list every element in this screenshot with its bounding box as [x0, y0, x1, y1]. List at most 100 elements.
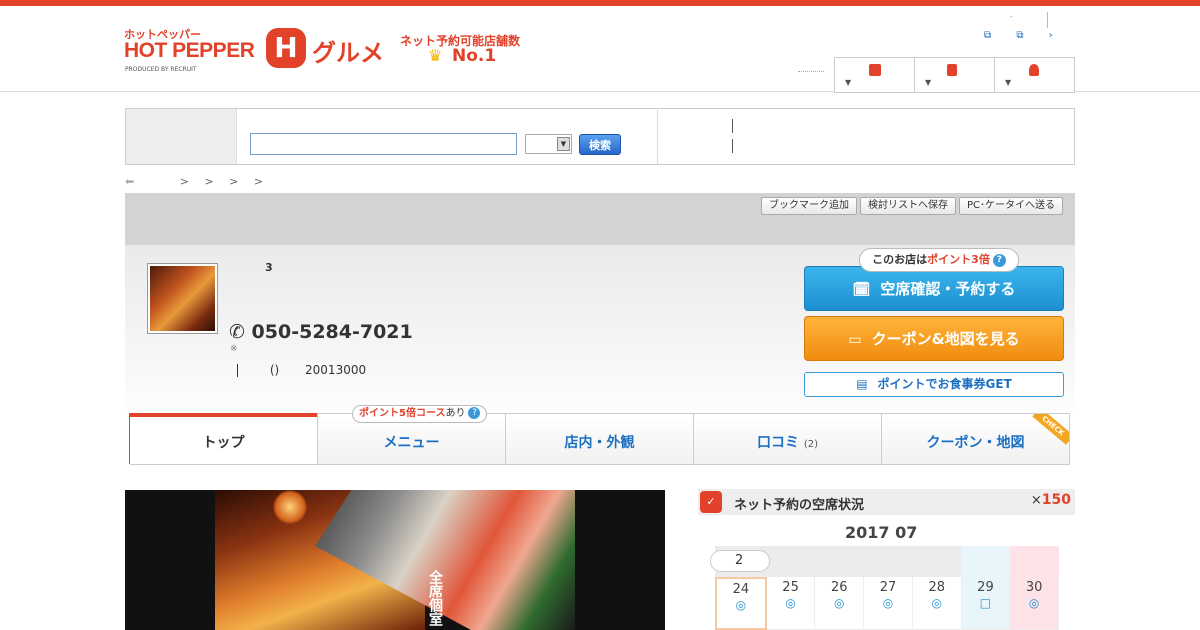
calendar-day-saturday[interactable]: 29 □	[961, 577, 1011, 630]
text-cursor	[237, 364, 238, 377]
logo-produced-by: PRODUCED BY RECRUIT	[125, 66, 197, 73]
shop-phone: ✆ 050-5284-7021	[229, 321, 413, 343]
search-divider	[657, 109, 658, 164]
send-to-device-button[interactable]: PC･ケータイへ送る	[958, 197, 1063, 215]
utility-buttons: ブックマーク追加 検討リストへ保存 PC･ケータイへ送る	[760, 197, 1063, 215]
tab-badge-highlight: ポイント5倍コース	[359, 408, 446, 419]
point-voucher-button[interactable]: ▤ ポイントでお食事券GET	[804, 372, 1064, 397]
calendar-icon: 🗓	[852, 282, 871, 298]
search-button[interactable]: 検索	[579, 134, 621, 155]
tab-reviews[interactable]: 口コミ (2)	[693, 413, 882, 464]
crown-icon: ♛	[428, 46, 443, 65]
user-icon	[1029, 64, 1039, 76]
tab-top[interactable]: トップ	[129, 413, 318, 464]
point-bubble-prefix: このお店は	[872, 253, 928, 266]
calendar-day-number: 27	[879, 580, 897, 595]
weekday-cell-saturday	[960, 546, 1010, 577]
calendar-day[interactable]: 24 ◎	[715, 577, 767, 630]
availability-mark: ◎	[1028, 596, 1040, 610]
reserve-button-label: 空席確認・予約する	[880, 280, 1016, 298]
coupon-map-button[interactable]: ▭ クーポン&地図を見る	[804, 316, 1064, 361]
shop-meta-paren: ()	[269, 363, 280, 377]
point-bubble: このお店はポイント3倍?	[859, 248, 1019, 272]
tab-interior[interactable]: 店内・外観	[505, 413, 694, 464]
site-header: ホットペッパー HOT PEPPER PRODUCED BY RECRUIT H…	[0, 6, 1200, 93]
breadcrumb-separator: >	[253, 175, 264, 188]
points-value: 150	[1041, 492, 1071, 508]
help-icon[interactable]: ?	[992, 254, 1006, 267]
main-photo[interactable]: 全席個室	[125, 490, 665, 630]
tab-badge-suffix: あり	[445, 408, 466, 419]
bookmark-button[interactable]: ブックマーク追加	[760, 197, 857, 215]
back-arrow-icon[interactable]: ⬅	[125, 175, 134, 188]
check-ribbon: CHECK	[1032, 414, 1069, 445]
search-input[interactable]	[250, 133, 517, 155]
shop-meta-value: 20013000	[305, 363, 367, 377]
photo-lamp	[273, 490, 307, 524]
calendar-day[interactable]: 28 ◎	[912, 577, 962, 630]
logo-hot-pepper[interactable]: HOT PEPPER	[124, 39, 255, 63]
shop-thumbnail[interactable]	[147, 263, 218, 334]
search-select[interactable]: ▼	[525, 134, 572, 154]
availability-mark: ◎	[882, 596, 894, 610]
header-menu-coupons[interactable]: ▼	[915, 58, 995, 92]
text-cursor	[732, 139, 733, 153]
header-links: ⧉ ⧉ ›	[984, 30, 1075, 41]
coupon-icon	[947, 64, 957, 76]
logo-h-icon[interactable]: H	[266, 28, 306, 68]
calendar-bubble: 2	[710, 550, 770, 572]
point-bubble-highlight: ポイント3倍	[927, 253, 990, 266]
header-menu: ▼ ▼ ▼	[834, 57, 1075, 93]
availability-title: ネット予約の空席状況	[734, 498, 865, 513]
help-icon[interactable]: ?	[468, 407, 481, 419]
calendar-day[interactable]: 26 ◎	[815, 577, 865, 630]
calendar-day-number: 30	[1025, 580, 1043, 595]
breadcrumb-separator: >	[229, 175, 239, 188]
header-menu-reservations[interactable]: ▼	[835, 58, 915, 92]
external-link-icon[interactable]: ⧉	[1016, 30, 1023, 41]
shop-thumbnail-image	[150, 266, 215, 331]
point-voucher-button-label: ポイントでお食事券GET	[877, 377, 1012, 391]
availability-mark: □	[979, 596, 992, 610]
calendar-day[interactable]: 27 ◎	[864, 577, 913, 630]
breadcrumb-separator: >	[179, 175, 189, 188]
text-cursor	[732, 119, 733, 133]
header-menu-account[interactable]: ▼	[995, 58, 1074, 92]
voucher-icon: ▤	[856, 377, 868, 391]
coupon-map-button-label: クーポン&地図を見る	[871, 330, 1020, 348]
tab-label: メニュー	[383, 435, 440, 451]
photo-caption: 全席個室	[427, 570, 443, 626]
phone-icon: ✆	[229, 321, 245, 343]
header-separator	[1047, 12, 1048, 28]
calendar-check-icon: ✓	[700, 491, 722, 513]
calendar-day-number: 26	[831, 580, 848, 595]
weekday-cell	[911, 546, 961, 577]
calendar-day-number: 29	[977, 580, 994, 595]
availability-mark: ◎	[834, 596, 845, 610]
tab-label: 店内・外観	[564, 435, 635, 451]
select-arrow-icon[interactable]: ▼	[557, 137, 570, 151]
external-link-icon[interactable]: ⧉	[984, 30, 991, 41]
reservation-icon	[869, 64, 881, 76]
tab-coupon-map[interactable]: クーポン・地図 CHECK	[881, 413, 1070, 464]
shop-tabs: トップ メニュー 店内・外観 口コミ (2) クーポン・地図 CHECK	[129, 413, 1070, 465]
calendar-week-row: 24 ◎ 25 ◎ 26 ◎ 27 ◎ 28 ◎ 29 □ 30 ◎	[715, 577, 1060, 630]
caret-down-icon: ▼	[845, 78, 852, 87]
caret-down-icon: ▼	[1005, 78, 1012, 87]
search-area-panel	[126, 109, 237, 164]
header-dot: -	[1010, 12, 1013, 21]
calendar-day-number: 24	[732, 582, 750, 597]
tab-review-count: (2)	[803, 439, 819, 450]
reserve-button[interactable]: 🗓 空席確認・予約する	[804, 266, 1064, 311]
save-list-button[interactable]: 検討リストへ保存	[859, 197, 956, 215]
chevron-right-icon[interactable]: ›	[1049, 30, 1053, 41]
calendar-day-sunday[interactable]: 30 ◎	[1010, 577, 1060, 630]
calendar-day[interactable]: 25 ◎	[766, 577, 816, 630]
points-prefix: ×	[1030, 493, 1042, 508]
breadcrumb: ⬅ > > > >	[125, 175, 275, 188]
calendar-day-number: 25	[782, 580, 799, 595]
shop-header-band: ブックマーク追加 検討リストへ保存 PC･ケータイへ送る	[125, 193, 1075, 245]
logo-gourmet[interactable]: グルメ	[312, 33, 384, 68]
search-bar: ▼ 検索	[125, 108, 1075, 165]
caret-down-icon: ▼	[925, 78, 932, 87]
